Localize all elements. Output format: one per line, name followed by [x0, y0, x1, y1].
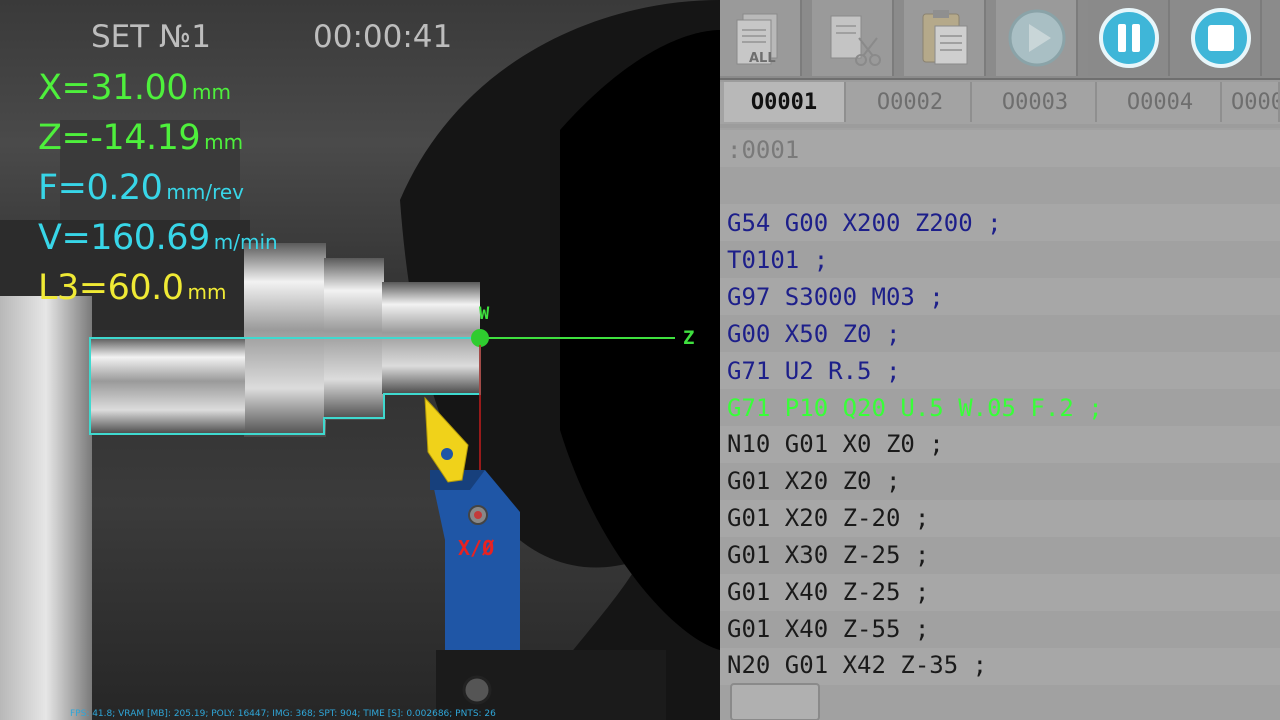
- x-readout: X=31.00 mm: [38, 71, 231, 106]
- code-line[interactable]: G01 X20 Z-20 ;: [727, 504, 929, 532]
- chuck-face: [0, 296, 92, 720]
- tool-holder: [430, 470, 520, 652]
- program-tabs: O0001 O0002 O0003 O0004 O0005: [720, 82, 1280, 124]
- tab-o0004[interactable]: O0004: [1100, 82, 1222, 122]
- play-button[interactable]: [996, 0, 1078, 76]
- code-line[interactable]: G00 X50 Z0 ;: [727, 320, 900, 348]
- stock-segment: [244, 243, 326, 437]
- lathe-scene: [0, 0, 720, 720]
- tab-o0003[interactable]: O0003: [975, 82, 1097, 122]
- render-stats: FPS: 41.8; VRAM [MB]: 205.19; POLY: 1644…: [70, 709, 496, 719]
- speed-unit: m/min: [213, 230, 278, 254]
- z-readout: Z=-14.19 mm: [38, 121, 243, 156]
- tab-o0001[interactable]: O0001: [724, 82, 846, 122]
- code-line[interactable]: N10 G01 X0 Z0 ;: [727, 430, 944, 458]
- speed-value: V=160.69: [38, 218, 210, 258]
- select-all-icon: ALL: [736, 13, 778, 66]
- stop-icon: [1191, 8, 1251, 68]
- stop-button[interactable]: [1180, 0, 1262, 76]
- tab-o0005[interactable]: O0005: [1225, 82, 1280, 122]
- code-line[interactable]: T0101 ;: [727, 246, 828, 274]
- code-line[interactable]: G01 X40 Z-25 ;: [727, 578, 929, 606]
- program-header: :0001: [727, 136, 800, 164]
- cut-button[interactable]: [812, 0, 894, 76]
- scroll-handle[interactable]: [730, 683, 820, 720]
- x-axis-label: X/Ø: [458, 536, 495, 560]
- speed-readout: V=160.69 m/min: [38, 221, 278, 256]
- pause-button[interactable]: [1088, 0, 1170, 76]
- lathe-viewport[interactable]: SET №1 00:00:41 X=31.00 mm Z=-14.19 mm F=0…: [0, 0, 720, 720]
- code-line[interactable]: G71 U2 R.5 ;: [727, 357, 900, 385]
- tool-length-value: L3=60.0: [38, 268, 184, 308]
- set-label: SET №1: [91, 19, 212, 55]
- code-line[interactable]: G01 X20 Z0 ;: [727, 467, 900, 495]
- paste-button[interactable]: [904, 0, 986, 76]
- feed-value: F=0.20: [38, 168, 163, 208]
- paste-icon: [922, 10, 968, 65]
- code-line[interactable]: G01 X40 Z-55 ;: [727, 615, 929, 643]
- turret-bolt: [462, 675, 492, 705]
- toolbar: ALL: [720, 0, 1280, 80]
- x-unit: mm: [192, 80, 231, 104]
- feed-unit: mm/rev: [166, 180, 245, 204]
- machined-part: [90, 338, 245, 434]
- workpiece-zero-label: W: [479, 304, 490, 324]
- code-line[interactable]: N20 G01 X42 Z-35 ;: [727, 651, 987, 679]
- select-all-label: ALL: [749, 51, 776, 66]
- tool-length-unit: mm: [187, 280, 227, 304]
- play-icon: [1008, 9, 1066, 67]
- pause-icon: [1099, 8, 1159, 68]
- z-axis-label: Z: [683, 327, 695, 349]
- workpiece-zero-marker: [471, 329, 489, 347]
- cut-icon: [830, 15, 881, 66]
- insert-screw: [441, 448, 453, 460]
- feed-readout: F=0.20 mm/rev: [38, 171, 244, 206]
- z-value: Z=-14.19: [38, 118, 201, 158]
- program-panel: ALL O0001 O0002 O0003 O0004 O00:0001 G5…: [720, 0, 1280, 720]
- code-line[interactable]: G01 X30 Z-25 ;: [727, 541, 929, 569]
- tool-length-readout: L3=60.0 mm: [38, 271, 227, 306]
- code-line-active[interactable]: G71 P10 Q20 U.5 W.05 F.2 ;: [727, 394, 1103, 422]
- select-all-button[interactable]: ALL: [720, 0, 802, 76]
- tab-o0002[interactable]: O0002: [850, 82, 972, 122]
- program-editor[interactable]: :0001 G54 G00 X200 Z200 ; T0101 ; G97 S3…: [720, 128, 1280, 720]
- code-line[interactable]: G54 G00 X200 Z200 ;: [727, 209, 1002, 237]
- z-unit: mm: [204, 130, 244, 154]
- code-line[interactable]: G97 S3000 M03 ;: [727, 283, 944, 311]
- x-value: X=31.00: [38, 68, 189, 108]
- elapsed-timer: 00:00:41: [313, 19, 453, 55]
